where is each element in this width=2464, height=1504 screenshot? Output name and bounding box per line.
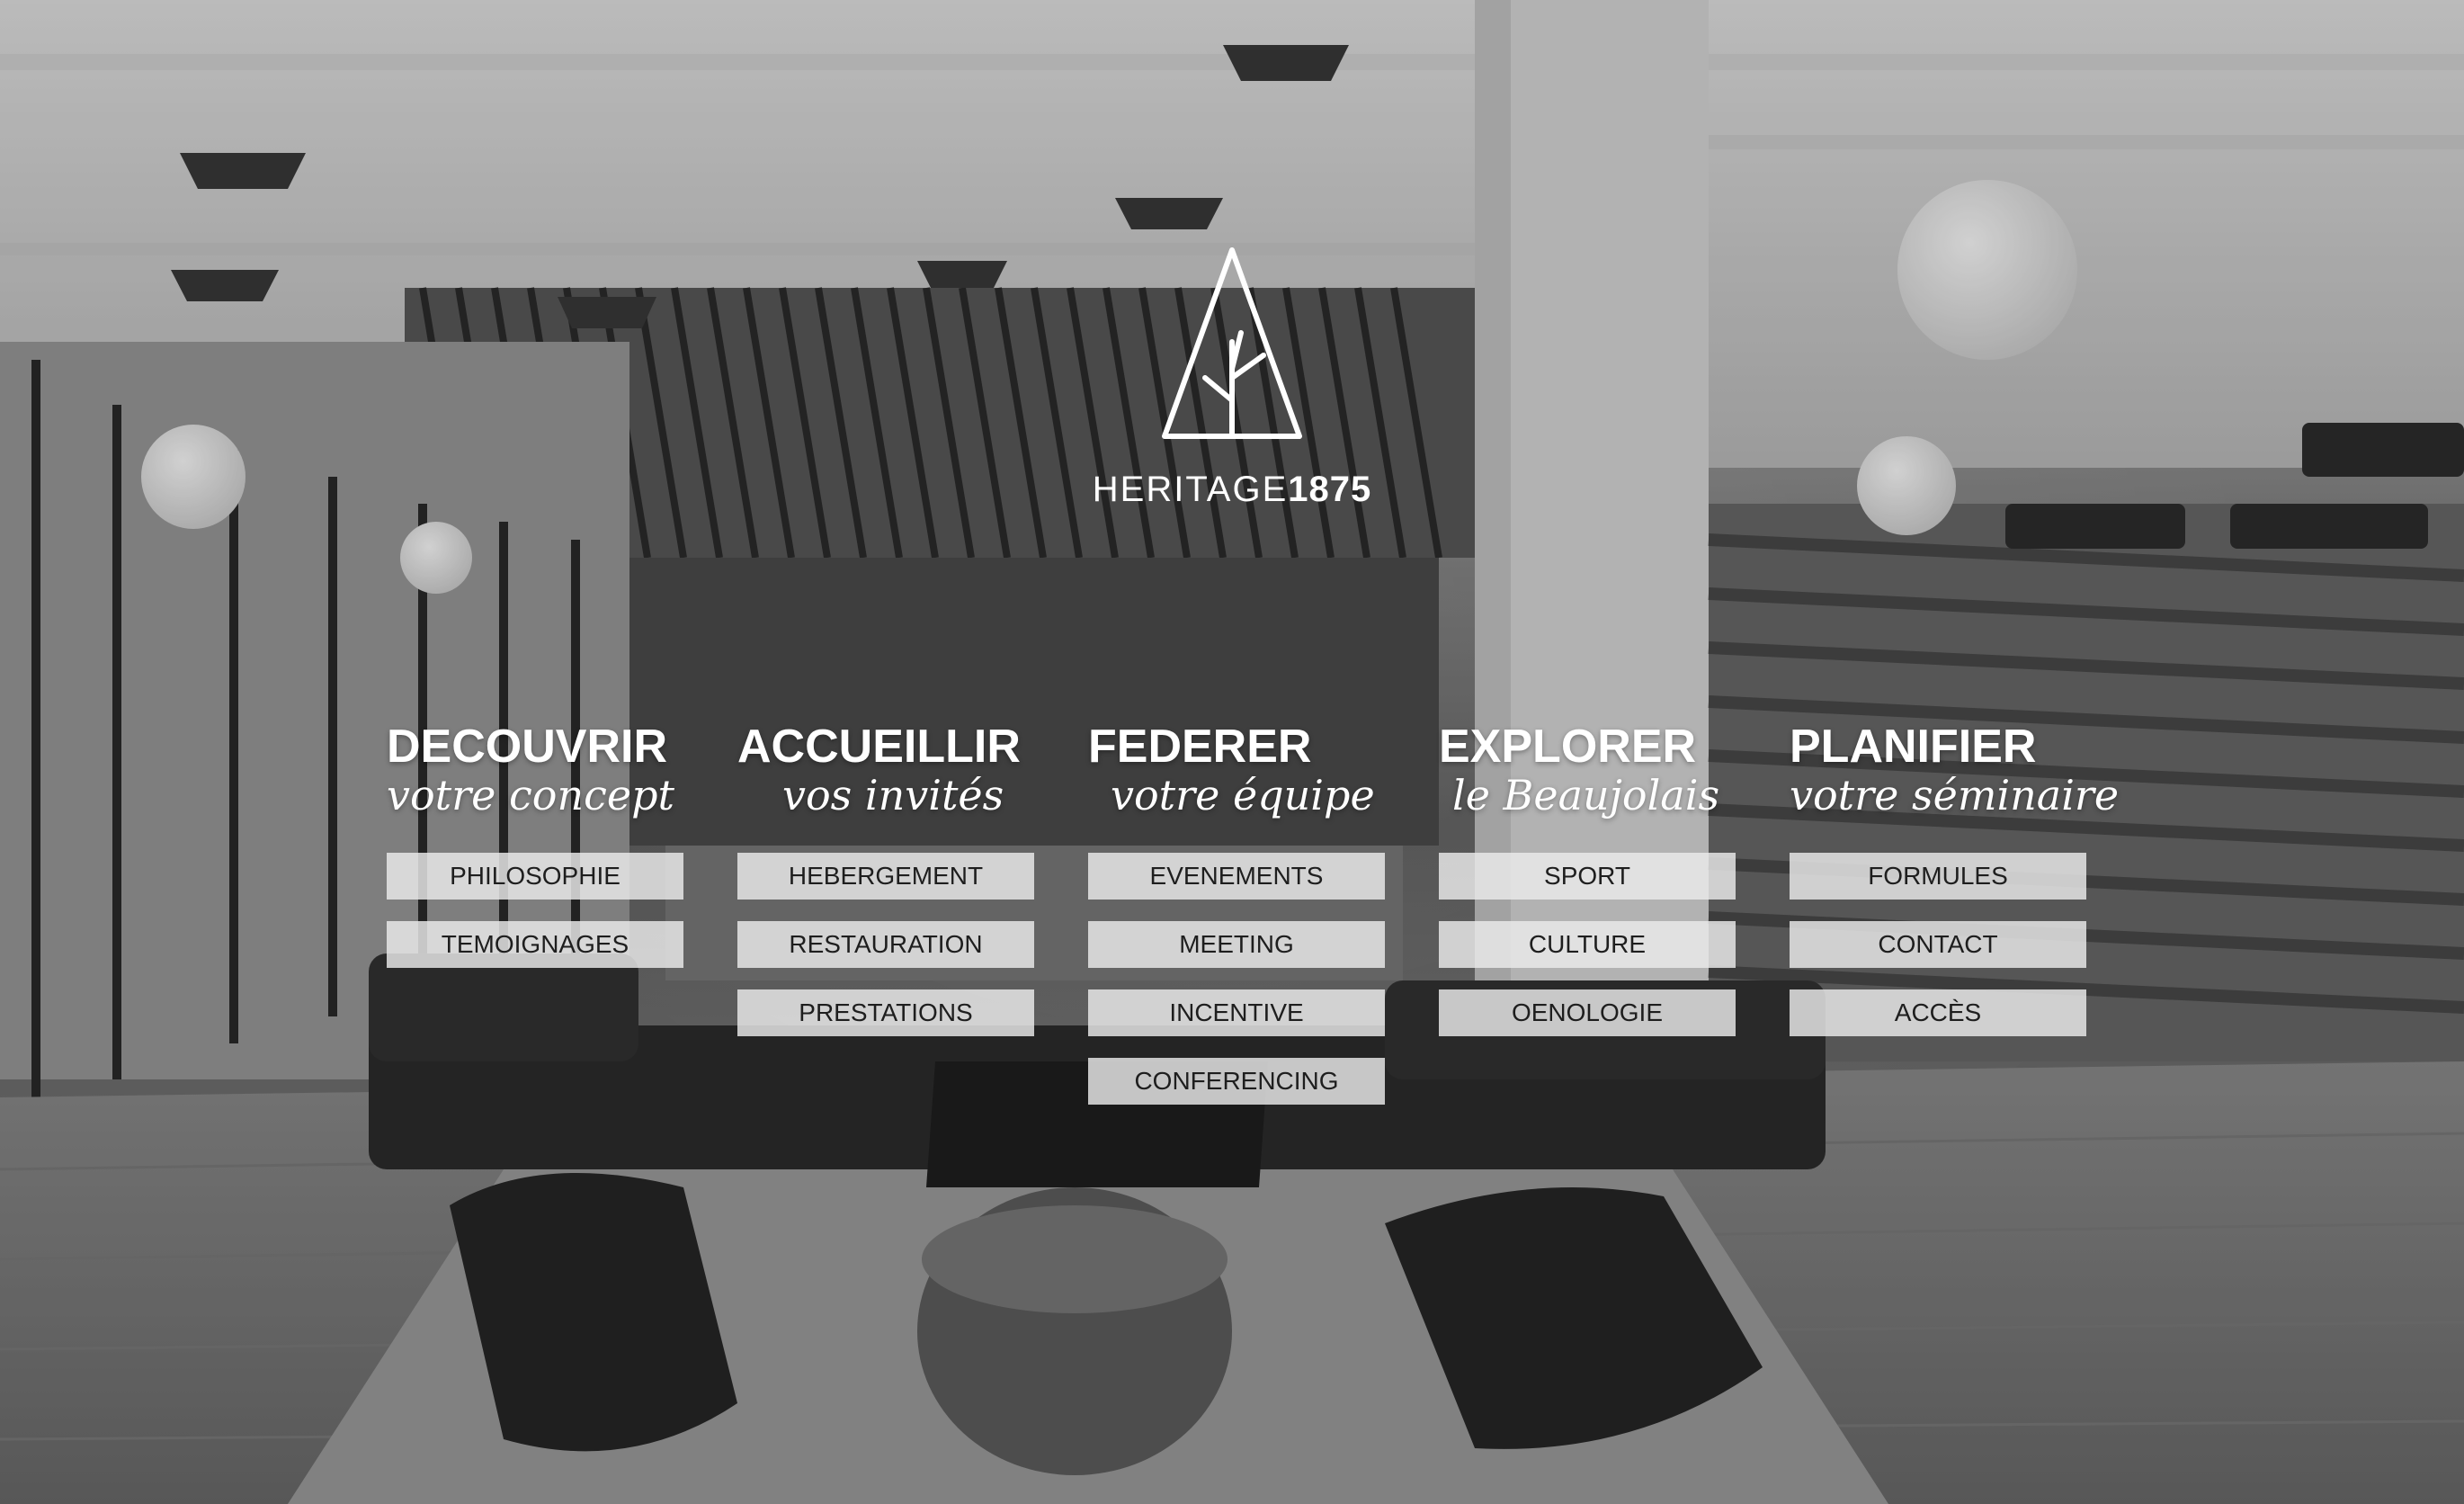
menu-item-culture[interactable]: CULTURE [1439,921,1736,968]
brand-wordmark: HERITAGE1875 [1079,470,1385,510]
menu-column-items: FORMULES CONTACT ACCÈS [1790,853,2086,1058]
menu-item-restauration[interactable]: RESTAURATION [737,921,1034,968]
menu-column-title[interactable]: FEDERER [1088,720,1385,774]
menu-item-contact[interactable]: CONTACT [1790,921,2086,968]
menu-item-sport[interactable]: SPORT [1439,853,1736,900]
menu-item-oenologie[interactable]: OENOLOGIE [1439,989,1736,1036]
brand-name: HERITAGE [1092,470,1289,509]
tree-triangle-icon [1162,247,1302,439]
menu-item-temoignages[interactable]: TEMOIGNAGES [387,921,683,968]
brand-year: 1875 [1288,470,1372,509]
menu-column-title[interactable]: ACCUEILLIR [737,720,1034,774]
menu-item-prestations[interactable]: PRESTATIONS [737,989,1034,1036]
menu-column-items: HEBERGEMENT RESTAURATION PRESTATIONS [737,853,1034,1058]
brand-logo[interactable]: HERITAGE1875 [1079,243,1385,522]
menu-column-decouvrir: DECOUVRIR votre concept PHILOSOPHIE TEMO… [387,720,683,968]
menu-column-federer: FEDERER votre équipe EVENEMENTS MEETING … [1088,720,1385,1105]
menu-item-acces[interactable]: ACCÈS [1790,989,2086,1036]
menu-column-explorer: EXPLORER le Beaujolais SPORT CULTURE OEN… [1439,720,1736,1036]
menu-item-conferencing[interactable]: CONFERENCING [1088,1058,1385,1105]
menu-item-evenements[interactable]: EVENEMENTS [1088,853,1385,900]
menu-column-items: PHILOSOPHIE TEMOIGNAGES [387,853,683,989]
menu-column-title[interactable]: PLANIFIER [1790,720,2086,774]
menu-column-items: SPORT CULTURE OENOLOGIE [1439,853,1736,1058]
menu-item-formules[interactable]: FORMULES [1790,853,2086,900]
menu-column-subtitle: votre équipe [1111,771,1375,819]
menu-item-hebergement[interactable]: HEBERGEMENT [737,853,1034,900]
main-menu: DECOUVRIR votre concept PHILOSOPHIE TEMO… [387,720,2120,1124]
menu-item-incentive[interactable]: INCENTIVE [1088,989,1385,1036]
menu-column-title[interactable]: EXPLORER [1439,720,1736,774]
menu-column-items: EVENEMENTS MEETING INCENTIVE CONFERENCIN… [1088,853,1385,1126]
menu-column-subtitle: le Beaujolais [1452,771,1720,819]
menu-item-philosophie[interactable]: PHILOSOPHIE [387,853,683,900]
menu-column-title[interactable]: DECOUVRIR [387,720,683,774]
menu-item-meeting[interactable]: MEETING [1088,921,1385,968]
page-background: HERITAGE1875 DECOUVRIR votre concept PHI… [0,0,2464,1504]
menu-column-planifier: PLANIFIER votre séminaire FORMULES CONTA… [1790,720,2120,1036]
menu-column-subtitle: vos invités [782,771,1004,819]
menu-column-subtitle: votre concept [387,771,675,819]
menu-column-accueillir: ACCUEILLIR vos invités HEBERGEMENT RESTA… [737,720,1034,1036]
menu-column-subtitle: votre séminaire [1790,771,2120,819]
